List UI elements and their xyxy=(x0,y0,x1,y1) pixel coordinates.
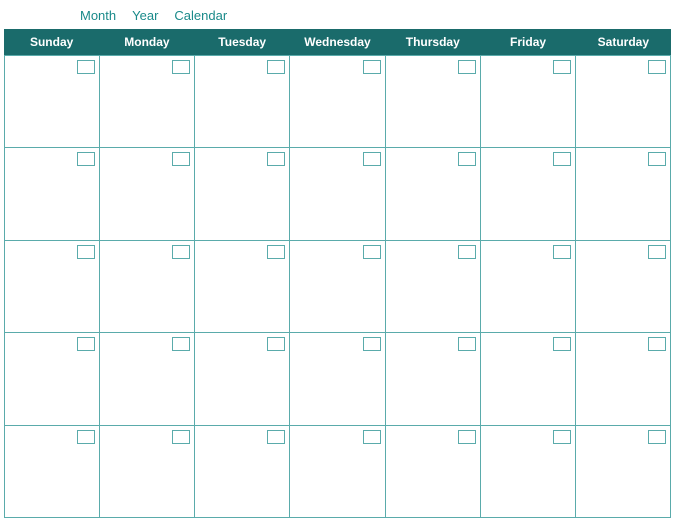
table-row[interactable] xyxy=(195,426,290,518)
table-row[interactable] xyxy=(386,333,481,425)
table-row[interactable] xyxy=(576,241,671,333)
header-monday: Monday xyxy=(99,29,194,55)
header-thursday: Thursday xyxy=(385,29,480,55)
table-row[interactable] xyxy=(481,148,576,240)
nav-year[interactable]: Year xyxy=(132,8,158,23)
cell-number-box xyxy=(648,60,666,74)
cell-number-box xyxy=(267,337,285,351)
cell-number-box xyxy=(363,60,381,74)
cell-number-box xyxy=(553,430,571,444)
cell-number-box xyxy=(648,337,666,351)
table-row[interactable] xyxy=(386,56,481,148)
table-row[interactable] xyxy=(386,148,481,240)
table-row[interactable] xyxy=(195,241,290,333)
header-wednesday: Wednesday xyxy=(290,29,385,55)
calendar-grid xyxy=(4,55,671,518)
table-row[interactable] xyxy=(100,148,195,240)
table-row[interactable] xyxy=(5,241,100,333)
table-row[interactable] xyxy=(481,333,576,425)
cell-number-box xyxy=(553,60,571,74)
table-row[interactable] xyxy=(5,426,100,518)
cell-number-box xyxy=(77,337,95,351)
cell-number-box xyxy=(77,245,95,259)
cell-number-box xyxy=(458,337,476,351)
table-row[interactable] xyxy=(5,56,100,148)
table-row[interactable] xyxy=(195,148,290,240)
cell-number-box xyxy=(267,430,285,444)
cell-number-box xyxy=(648,430,666,444)
cell-number-box xyxy=(553,152,571,166)
table-row[interactable] xyxy=(100,241,195,333)
nav-month[interactable]: Month xyxy=(80,8,116,23)
table-row[interactable] xyxy=(290,148,385,240)
table-row[interactable] xyxy=(290,333,385,425)
nav-calendar[interactable]: Calendar xyxy=(174,8,227,23)
cell-number-box xyxy=(458,430,476,444)
cell-number-box xyxy=(648,152,666,166)
cell-number-box xyxy=(267,245,285,259)
table-row[interactable] xyxy=(386,241,481,333)
table-row[interactable] xyxy=(5,148,100,240)
cell-number-box xyxy=(458,152,476,166)
cell-number-box xyxy=(363,152,381,166)
table-row[interactable] xyxy=(195,333,290,425)
cell-number-box xyxy=(267,60,285,74)
cell-number-box xyxy=(267,152,285,166)
cell-number-box xyxy=(77,60,95,74)
table-row[interactable] xyxy=(100,333,195,425)
header-tuesday: Tuesday xyxy=(195,29,290,55)
header-sunday: Sunday xyxy=(4,29,99,55)
cell-number-box xyxy=(458,60,476,74)
cell-number-box xyxy=(363,430,381,444)
table-row[interactable] xyxy=(576,148,671,240)
cell-number-box xyxy=(172,430,190,444)
cell-number-box xyxy=(553,337,571,351)
table-row[interactable] xyxy=(481,241,576,333)
cell-number-box xyxy=(363,337,381,351)
table-row[interactable] xyxy=(576,426,671,518)
table-row[interactable] xyxy=(195,56,290,148)
top-nav: Month Year Calendar xyxy=(0,0,675,29)
cell-number-box xyxy=(77,152,95,166)
table-row[interactable] xyxy=(576,333,671,425)
table-row[interactable] xyxy=(100,426,195,518)
table-row[interactable] xyxy=(5,333,100,425)
cell-number-box xyxy=(553,245,571,259)
cell-number-box xyxy=(458,245,476,259)
table-row[interactable] xyxy=(290,241,385,333)
calendar-wrapper: Sunday Monday Tuesday Wednesday Thursday… xyxy=(0,29,675,522)
cell-number-box xyxy=(172,337,190,351)
header-friday: Friday xyxy=(480,29,575,55)
table-row[interactable] xyxy=(576,56,671,148)
table-row[interactable] xyxy=(481,426,576,518)
table-row[interactable] xyxy=(100,56,195,148)
cell-number-box xyxy=(172,152,190,166)
table-row[interactable] xyxy=(290,56,385,148)
calendar-header: Sunday Monday Tuesday Wednesday Thursday… xyxy=(4,29,671,55)
table-row[interactable] xyxy=(386,426,481,518)
header-saturday: Saturday xyxy=(576,29,671,55)
cell-number-box xyxy=(77,430,95,444)
table-row[interactable] xyxy=(481,56,576,148)
table-row[interactable] xyxy=(290,426,385,518)
cell-number-box xyxy=(172,245,190,259)
cell-number-box xyxy=(363,245,381,259)
cell-number-box xyxy=(172,60,190,74)
cell-number-box xyxy=(648,245,666,259)
